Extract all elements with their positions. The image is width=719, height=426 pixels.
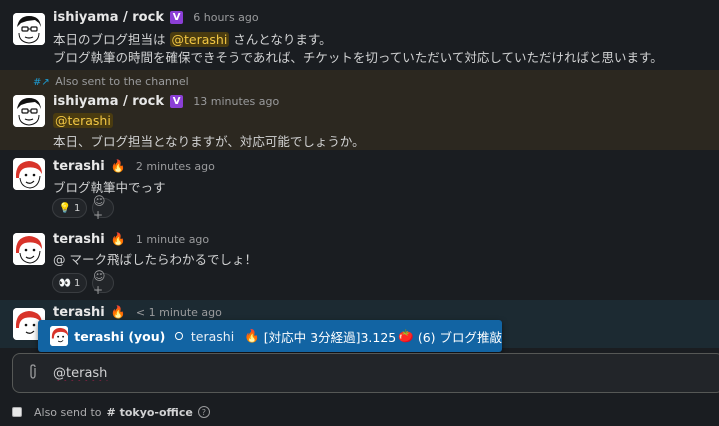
message-text-line: 本日、ブログ担当となりますが、対応可能でしょうか。 <box>53 134 365 149</box>
add-emoji-icon: ☺+ <box>93 269 106 297</box>
author-name[interactable]: terashi <box>53 305 105 320</box>
add-reaction-button[interactable]: ☺+ <box>92 194 114 222</box>
message-text: @ マーク飛ばしたらわかるでしょ！ <box>53 252 257 267</box>
timestamp[interactable]: < 1 minute ago <box>136 306 222 319</box>
author-name[interactable]: ishiyama / rock <box>53 94 164 109</box>
avatar <box>50 326 69 346</box>
message-header: terashi 🔥 1 minute ago <box>53 232 209 247</box>
terashi-avatar-icon <box>50 326 69 346</box>
also-send-row: Also send to # tokyo-office ? <box>12 404 210 420</box>
message-header: terashi 🔥 2 minutes ago <box>53 159 215 174</box>
tomato-icon: 🍅 <box>398 328 414 343</box>
text-segment: 本日のブログ担当は <box>53 32 166 47</box>
also-send-checkbox[interactable] <box>12 407 22 417</box>
user-mention[interactable]: @terashi <box>53 113 113 128</box>
reaction-pill[interactable]: 👀 1 <box>52 273 87 293</box>
message-text-line: 本日のブログ担当は @terashi さんとなります。 <box>53 29 332 48</box>
fire-icon: 🔥 <box>110 305 126 319</box>
status-badge: V <box>170 95 184 108</box>
reaction-count: 1 <box>74 277 81 289</box>
avatar[interactable] <box>13 95 45 127</box>
message-text-line: ブログ執筆の時間を確保できそうであれば、チケットを切っていただいて対応していただ… <box>53 50 663 65</box>
terashi-avatar-icon <box>13 158 45 190</box>
message-3: terashi 🔥 2 minutes ago ブログ執筆中でっす 💡 1 ☺+ <box>0 150 719 225</box>
eyes-icon: 👀 <box>58 277 72 289</box>
timestamp[interactable]: 6 hours ago <box>193 11 258 24</box>
suggestion-handle: terashi <box>190 328 235 344</box>
terashi-avatar-icon <box>13 233 45 265</box>
presence-icon <box>175 332 183 340</box>
thread-broadcast-icon: #↗ <box>33 77 50 88</box>
fire-icon: 🔥 <box>244 328 260 343</box>
message-2: #↗ Also sent to the channel ishiyama / r… <box>0 70 719 150</box>
text-segment: さんとなります。 <box>233 32 332 47</box>
author-name[interactable]: terashi <box>53 159 105 174</box>
message-4: terashi 🔥 1 minute ago @ マーク飛ばしたらわかるでしょ！… <box>0 225 719 300</box>
channel-name[interactable]: # tokyo-office <box>107 406 193 419</box>
message-header: ishiyama / rock V 13 minutes ago <box>53 94 279 109</box>
timestamp[interactable]: 2 minutes ago <box>136 160 215 173</box>
author-name[interactable]: ishiyama / rock <box>53 10 164 25</box>
also-sent-label: Also sent to the channel <box>55 75 189 88</box>
user-mention[interactable]: @terashi <box>169 32 230 47</box>
avatar[interactable] <box>13 13 45 45</box>
fire-icon: 🔥 <box>110 159 126 173</box>
message-composer <box>12 353 719 393</box>
message-input[interactable] <box>53 363 653 383</box>
fire-icon: 🔥 <box>110 232 126 246</box>
paperclip-icon[interactable] <box>27 364 39 384</box>
help-icon[interactable]: ? <box>197 406 210 418</box>
also-sent-note: #↗ Also sent to the channel <box>33 75 189 88</box>
timestamp[interactable]: 13 minutes ago <box>193 95 279 108</box>
suggestion-name: terashi (you) <box>74 328 166 344</box>
ishiyama-avatar-icon <box>13 13 45 45</box>
avatar[interactable] <box>13 233 45 265</box>
lightbulb-icon: 💡 <box>58 202 72 214</box>
message-header: terashi 🔥 < 1 minute ago <box>53 305 222 320</box>
mention-autocomplete-option[interactable]: terashi (you) terashi 🔥 [対応中 3分経過]3.125 … <box>38 320 502 352</box>
suggestion-status-tail: (6) ブログ推敲 <box>417 329 502 345</box>
message-header: ishiyama / rock V 6 hours ago <box>53 10 259 25</box>
reaction-count: 1 <box>74 202 81 214</box>
message-text-line: @terashi <box>53 113 113 128</box>
ishiyama-avatar-icon <box>13 95 45 127</box>
timestamp[interactable]: 1 minute ago <box>136 233 209 246</box>
add-reaction-button[interactable]: ☺+ <box>92 269 114 297</box>
avatar[interactable] <box>13 158 45 190</box>
reaction-pill[interactable]: 💡 1 <box>52 198 87 218</box>
status-badge: V <box>170 11 184 24</box>
suggestion-status: [対応中 3分経過]3.125 <box>263 329 397 345</box>
add-emoji-icon: ☺+ <box>93 194 106 222</box>
author-name[interactable]: terashi <box>53 232 105 247</box>
also-send-label: Also send to <box>34 405 102 419</box>
message-1: ishiyama / rock V 6 hours ago 本日のブログ担当は … <box>0 0 719 70</box>
